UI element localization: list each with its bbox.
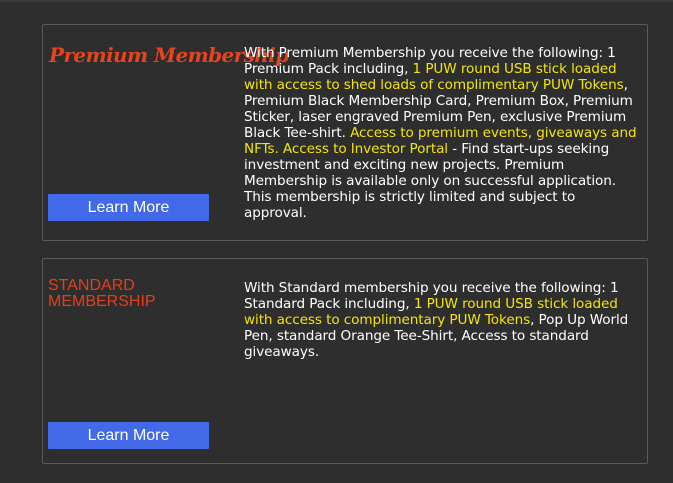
standard-membership-title: Standard Membership: [48, 277, 156, 310]
standard-membership-card: Standard Membership With Standard member…: [42, 258, 648, 464]
top-divider: [0, 0, 673, 2]
premium-membership-description: With Premium Membership you receive the …: [244, 45, 642, 221]
standard-learn-more-button[interactable]: Learn More: [48, 422, 209, 449]
standard-membership-description: With Standard membership you receive the…: [244, 280, 642, 360]
premium-learn-more-button[interactable]: Learn More: [48, 194, 209, 221]
premium-membership-card: Premium Membership With Premium Membersh…: [42, 24, 648, 241]
